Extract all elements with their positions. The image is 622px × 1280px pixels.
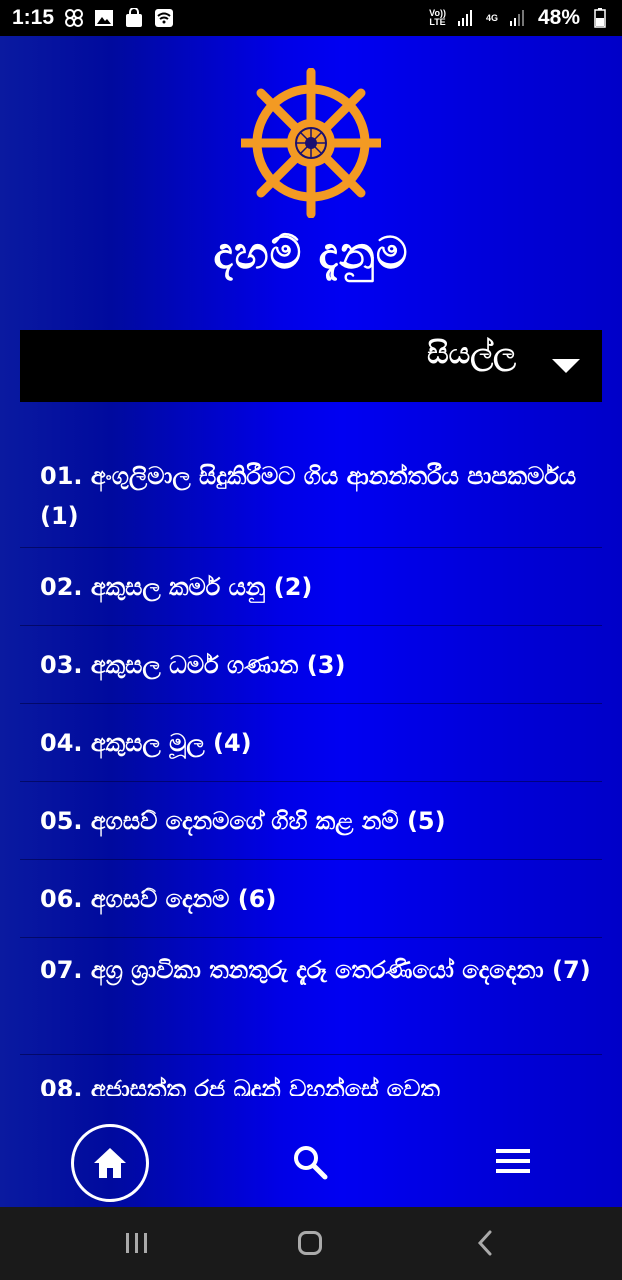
status-bar: 1:15 Vo)) LTE 4G 48% — [0, 0, 622, 36]
battery-percent: 48% — [537, 6, 580, 29]
gallery-icon — [94, 8, 114, 28]
menu-button[interactable] — [494, 1146, 532, 1176]
list-item[interactable]: 04. අකුසල මූල (4) — [20, 704, 602, 782]
network-4g-indicator: 4G — [485, 12, 498, 23]
list-item[interactable]: 06. අගසව් දෙනම (6) — [20, 860, 602, 938]
status-time: 1:15 — [12, 6, 55, 29]
back-button[interactable] — [476, 1229, 494, 1257]
search-icon — [294, 1146, 328, 1180]
system-home-button[interactable] — [298, 1231, 322, 1255]
list-item[interactable]: 01. අංගුලිමාල සිදුකිරීමට ගිය ආනන්තරීය පා… — [20, 444, 602, 548]
menu-icon — [496, 1149, 530, 1173]
list-item[interactable]: 05. අගසව් දෙනමගේ ගිහි කළ නම් (5) — [20, 782, 602, 860]
home-button[interactable] — [71, 1124, 149, 1202]
signal-icon — [456, 8, 476, 28]
home-icon — [94, 1148, 126, 1178]
back-icon — [477, 1230, 492, 1256]
dharma-wheel-icon — [236, 67, 386, 219]
category-dropdown[interactable]: සියල්ල — [20, 330, 602, 402]
bottom-navigation — [0, 1124, 622, 1207]
volte-indicator: Vo)) LTE — [429, 8, 446, 27]
signal-icon-2 — [508, 8, 528, 28]
search-button[interactable] — [290, 1142, 330, 1182]
battery-icon — [590, 8, 610, 28]
shopping-bag-icon — [124, 8, 144, 28]
dropdown-arrow-icon — [552, 359, 580, 373]
wifi-box-icon — [154, 8, 174, 28]
list-item[interactable]: 02. අකුසල කර්ම යනු (2) — [20, 548, 602, 626]
topic-list: 01. අංගුලිමාල සිදුකිරීමට ගිය ආනන්තරීය පා… — [20, 444, 602, 1096]
list-item[interactable]: 07. අග්‍ර ශ්‍රාවිකා තනතුරු දැරූ තෙරණියෝ … — [20, 938, 602, 1055]
app-title: දහම් දැනුම — [213, 228, 409, 279]
dropdown-selected-value: සියල්ල — [427, 336, 516, 371]
system-navigation-bar — [0, 1207, 622, 1280]
recents-icon — [126, 1233, 147, 1253]
list-item[interactable]: 03. අකුසල ධර්ම ගණාන (3) — [20, 626, 602, 704]
app-screen: දහම් දැනුම සියල්ල 01. අංගුලිමාල සිදුකිරී… — [0, 36, 622, 1207]
list-item[interactable]: 08. අජාසත්ත රජ බුදුන් වහන්සේ වෙත — [20, 1055, 602, 1096]
recent-apps-button[interactable] — [124, 1231, 150, 1255]
pinwheel-icon — [64, 8, 84, 28]
